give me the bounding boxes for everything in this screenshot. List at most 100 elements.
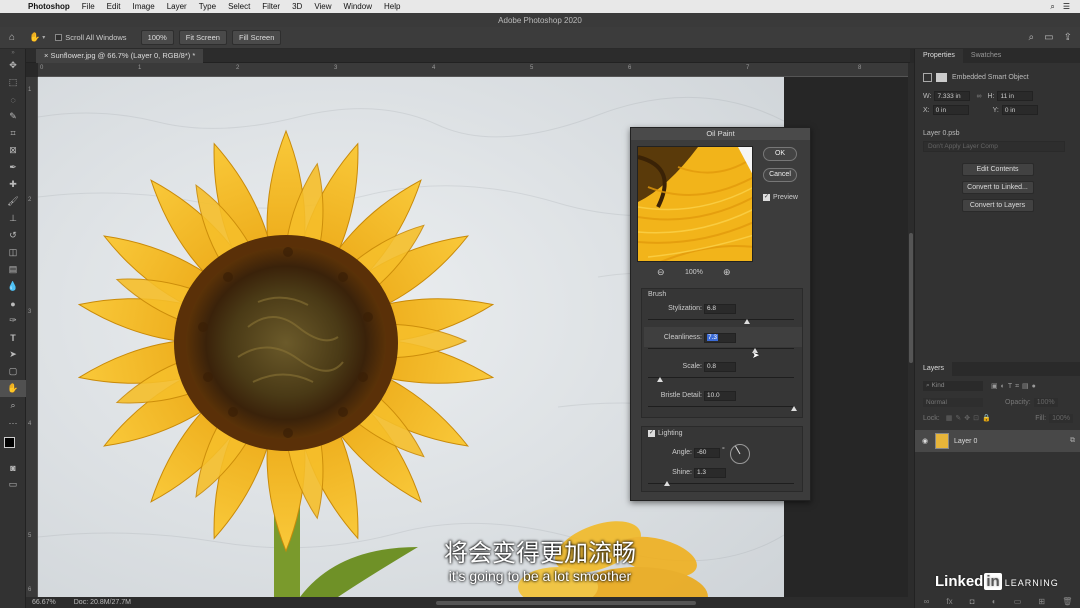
layer-thumbnail[interactable] — [935, 433, 949, 449]
tab-layers[interactable]: Layers — [915, 362, 953, 376]
fit-screen-button[interactable]: Fit Screen — [178, 30, 227, 45]
move-tool-icon[interactable]: ✥ — [0, 57, 26, 74]
brush-tool-icon[interactable]: 🖌 — [0, 193, 26, 210]
menu-edit[interactable]: Edit — [101, 2, 127, 11]
collapse-icon[interactable]: » — [0, 49, 26, 57]
fx-icon[interactable]: fx — [946, 597, 952, 606]
blur-tool-icon[interactable]: 💧 — [0, 278, 26, 295]
menu-image[interactable]: Image — [126, 2, 160, 11]
zoom-100-button[interactable]: 100% — [140, 30, 174, 45]
folder-icon[interactable]: ▭ — [1014, 597, 1022, 606]
layer-row[interactable]: ◉ Layer 0 ⧉ — [915, 430, 1080, 452]
menu-type[interactable]: Type — [193, 2, 222, 11]
zoom-out-icon[interactable]: ⊖ — [657, 267, 665, 278]
stylization-slider-knob[interactable] — [744, 319, 751, 324]
stamp-tool-icon[interactable]: ⊥ — [0, 210, 26, 227]
angle-dial[interactable] — [729, 443, 751, 465]
quick-mask-icon[interactable]: ◙ — [0, 459, 26, 476]
gradient-tool-icon[interactable]: ▤ — [0, 261, 26, 278]
shape-tool-icon[interactable]: ▢ — [0, 363, 26, 380]
crop-tool-icon[interactable]: ⌗ — [0, 125, 26, 142]
lock-icons[interactable]: ▦✎✥⊡🔒 — [946, 414, 994, 422]
search-icon[interactable]: ⌕ — [1050, 2, 1054, 12]
checkbox-box[interactable] — [55, 34, 63, 41]
height-input[interactable]: 11 in — [997, 91, 1034, 101]
doc-size[interactable]: Doc: 20.8M/27.7M — [74, 599, 131, 606]
scroll-all-windows-checkbox[interactable]: Scroll All Windows — [55, 33, 127, 42]
lighting-checkbox[interactable]: ✓ Lighting — [648, 430, 683, 437]
convert-to-linked-button[interactable]: Convert to Linked... — [961, 181, 1034, 194]
layer-comp-select[interactable]: Don't Apply Layer Comp — [923, 140, 1065, 152]
scroll-thumb[interactable] — [909, 233, 913, 363]
tab-swatches[interactable]: Swatches — [963, 49, 1009, 63]
bristle-detail-slider[interactable] — [648, 406, 794, 407]
home-icon[interactable]: ⌂ — [9, 32, 15, 43]
menu-view[interactable]: View — [308, 2, 337, 11]
hand-tool-icon[interactable]: ✋ — [0, 380, 26, 397]
menu-window[interactable]: Window — [338, 2, 378, 11]
layers-footer-icons[interactable]: ∞ fx ◘ ◐ ▭ ⊞ 🗑 — [915, 597, 1080, 606]
preview-checkbox[interactable]: ✓ Preview — [763, 194, 798, 201]
eye-icon[interactable]: ◉ — [915, 437, 935, 445]
eraser-tool-icon[interactable]: ◫ — [0, 244, 26, 261]
menu-file[interactable]: File — [76, 2, 101, 11]
stylization-input[interactable]: 6.8 — [704, 304, 736, 314]
scale-input[interactable]: 0.8 — [704, 362, 736, 372]
lasso-tool-icon[interactable]: ◌ — [0, 91, 26, 108]
color-swatches[interactable] — [0, 431, 25, 459]
layer-filter-kind[interactable]: ⌕ Kind — [923, 381, 983, 391]
filter-icons[interactable]: ▣◐T⌗▤● — [991, 382, 1039, 391]
path-select-tool-icon[interactable]: ➤ — [0, 346, 26, 363]
menu-app[interactable]: Photoshop — [22, 2, 76, 11]
shine-slider-knob[interactable] — [663, 481, 670, 486]
trash-icon[interactable]: 🗑 — [1062, 597, 1072, 606]
scale-slider[interactable] — [648, 377, 794, 378]
menu-3d[interactable]: 3D — [286, 2, 308, 11]
menu-help[interactable]: Help — [378, 2, 406, 11]
ok-button[interactable]: OK — [763, 147, 797, 161]
quick-select-tool-icon[interactable]: ✎ — [0, 108, 26, 125]
checkbox-checked-icon[interactable]: ✓ — [763, 194, 770, 201]
cancel-button[interactable]: Cancel — [763, 168, 797, 182]
fill-screen-button[interactable]: Fill Screen — [231, 30, 282, 45]
angle-input[interactable]: -60 — [694, 448, 720, 458]
chevron-down-icon[interactable]: ▾ — [42, 34, 45, 41]
edit-contents-button[interactable]: Edit Contents — [961, 163, 1034, 176]
layer-name[interactable]: Layer 0 — [954, 438, 977, 445]
hand-tool-icon[interactable]: ✋ — [29, 32, 40, 43]
zoom-level[interactable]: 66.67% — [32, 599, 56, 606]
convert-to-layers-button[interactable]: Convert to Layers — [961, 199, 1034, 212]
checkbox-checked-icon[interactable]: ✓ — [648, 430, 655, 437]
foreground-color[interactable] — [4, 437, 15, 448]
x-input[interactable]: 0 in — [932, 105, 969, 115]
menu-list-icon[interactable]: ☰ — [1063, 2, 1070, 12]
shine-input[interactable]: 1.3 — [694, 468, 726, 478]
zoom-in-icon[interactable]: ⊕ — [723, 267, 731, 278]
bristle-detail-slider-knob[interactable] — [791, 406, 797, 411]
marquee-tool-icon[interactable]: ⬚ — [0, 74, 26, 91]
horizontal-scroll-thumb[interactable] — [436, 601, 696, 605]
link-layers-icon[interactable]: ∞ — [924, 597, 930, 606]
stylization-slider[interactable] — [648, 319, 794, 320]
menu-select[interactable]: Select — [222, 2, 256, 11]
opacity-input[interactable]: 100% — [1033, 397, 1058, 407]
tab-properties[interactable]: Properties — [915, 49, 963, 63]
document-tab[interactable]: × Sunflower.jpg @ 66.7% (Layer 0, RGB/8*… — [36, 49, 204, 63]
scale-slider-knob[interactable] — [656, 377, 663, 382]
link-icon[interactable]: ∞ — [976, 93, 981, 100]
blend-mode-select[interactable]: Normal — [923, 397, 983, 407]
fill-input[interactable]: 100% — [1049, 413, 1073, 423]
zoom-tool-icon[interactable]: ⌕ — [0, 397, 26, 414]
width-input[interactable]: 7.333 in — [934, 91, 971, 101]
more-tools-icon[interactable]: ··· — [0, 414, 26, 431]
search-icon[interactable]: ⌕ — [1029, 32, 1035, 43]
cleanliness-slider[interactable] — [648, 348, 794, 349]
adjustment-icon[interactable]: ◐ — [992, 597, 997, 606]
history-brush-icon[interactable]: ↺ — [0, 227, 26, 244]
menu-filter[interactable]: Filter — [256, 2, 286, 11]
frame-tool-icon[interactable]: ⊠ — [0, 142, 26, 159]
dodge-tool-icon[interactable]: ● — [0, 295, 26, 312]
share-icon[interactable]: ⇪ — [1064, 32, 1072, 43]
filter-preview[interactable] — [637, 146, 753, 262]
close-icon[interactable]: × — [44, 51, 48, 60]
